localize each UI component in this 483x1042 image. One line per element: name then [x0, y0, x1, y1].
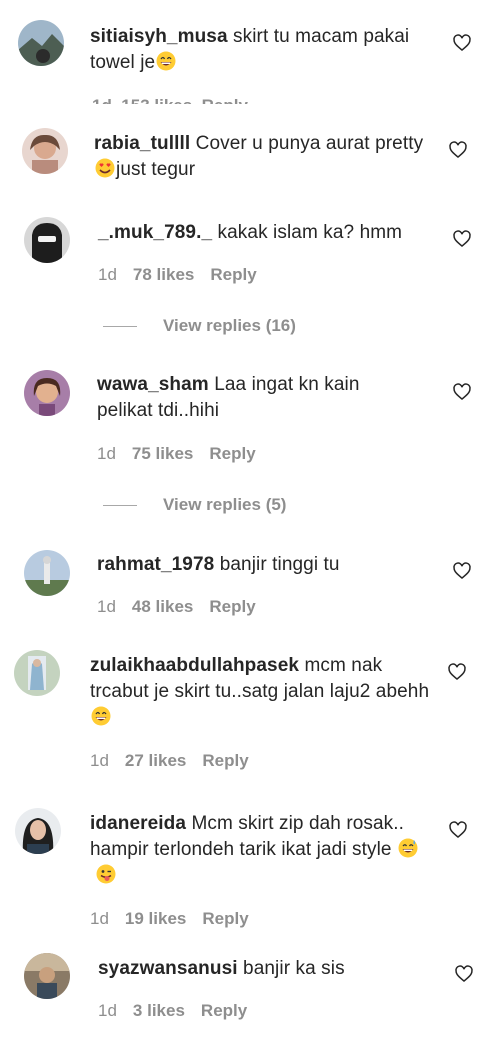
comment-body: banjir ka sis [243, 958, 345, 979]
comment-meta: 1d 48 likes Reply [97, 597, 272, 617]
comment-meta: 1d 78 likes Reply [98, 265, 273, 285]
reply-button[interactable]: Reply [201, 1001, 247, 1020]
avatar[interactable] [24, 550, 70, 596]
comment-body: Cover u punya aurat pretty [195, 133, 424, 154]
comment-age: 1d [97, 444, 116, 463]
reply-button[interactable]: Reply [202, 909, 248, 928]
like-heart-icon[interactable] [448, 140, 468, 160]
comment-text: rahmat_1978 banjir tinggi tu [97, 552, 427, 578]
username-link[interactable]: wawa_sham [97, 374, 209, 395]
comment-text: wawa_sham Laa ingat kn kain pelikat tdi.… [97, 372, 397, 424]
avatar[interactable] [14, 650, 60, 696]
comment-text: rabia_tullll Cover u punya aurat pretty j… [94, 131, 424, 183]
comment-meta: 1d 19 likes Reply [90, 909, 265, 929]
like-heart-icon[interactable] [452, 561, 472, 581]
likes-count[interactable]: 48 likes [132, 597, 193, 616]
view-replies-button[interactable]: View replies (16) [103, 316, 296, 336]
comment-age: 1d [90, 751, 109, 770]
reply-button[interactable]: Reply [210, 265, 256, 284]
username-link[interactable]: _.muk_789._ [98, 222, 212, 243]
comment-body: banjir tinggi tu [219, 554, 340, 575]
likes-count[interactable]: 27 likes [125, 751, 186, 770]
avatar[interactable] [15, 808, 61, 854]
like-heart-icon[interactable] [452, 382, 472, 402]
grin-emoji-icon [156, 51, 176, 71]
divider-line [103, 326, 137, 328]
comment-meta: 1d 27 likes Reply [90, 751, 265, 771]
divider-line [103, 505, 137, 507]
likes-count[interactable]: 19 likes [125, 909, 186, 928]
like-heart-icon[interactable] [452, 229, 472, 249]
comment-age: 1d [98, 1001, 117, 1020]
comment-text: zulaikhaabdullahpasek mcm nak trcabut je… [90, 653, 430, 731]
username-link[interactable]: sitiaisyh_musa [90, 26, 228, 47]
username-link[interactable]: idanereida [90, 813, 186, 834]
wink-tongue-emoji-icon [96, 864, 116, 884]
comment-meta: 1d 153 likes Reply [92, 96, 248, 104]
avatar[interactable] [24, 370, 70, 416]
comment-text: sitiaisyh_musa skirt tu macam pakai towe… [90, 24, 430, 76]
like-heart-icon[interactable] [447, 662, 467, 682]
comment-text: idanereida Mcm skirt zip dah rosak.. ham… [90, 811, 430, 889]
likes-count[interactable]: 3 likes [133, 1001, 185, 1020]
sweat-smile-emoji-icon [398, 838, 418, 858]
username-link[interactable]: zulaikhaabdullahpasek [90, 655, 299, 676]
comment-text: _.muk_789._ kakak islam ka? hmm [98, 220, 428, 246]
avatar[interactable] [24, 953, 70, 999]
like-heart-icon[interactable] [454, 964, 474, 984]
view-replies-button[interactable]: View replies (5) [103, 495, 286, 515]
comment-age: 1d [98, 265, 117, 284]
comment-body-continued: just tegur [116, 159, 196, 180]
username-link[interactable]: rahmat_1978 [97, 554, 214, 575]
comment-age: 1d [97, 597, 116, 616]
comment-text: syazwansanusi banjir ka sis [98, 956, 428, 982]
reply-button[interactable]: Reply [202, 751, 248, 770]
reply-button[interactable]: Reply [209, 444, 255, 463]
grin-emoji-icon [91, 706, 111, 726]
comment-body: kakak islam ka? hmm [217, 222, 403, 243]
heart-eyes-emoji-icon [95, 158, 115, 178]
like-heart-icon[interactable] [448, 820, 468, 840]
avatar[interactable] [22, 128, 68, 174]
username-link[interactable]: syazwansanusi [98, 958, 238, 979]
avatar[interactable] [18, 20, 64, 66]
likes-count[interactable]: 78 likes [133, 265, 194, 284]
like-heart-icon[interactable] [452, 33, 472, 53]
username-link[interactable]: rabia_tullll [94, 133, 190, 154]
comment-meta: 1d 75 likes Reply [97, 444, 272, 464]
likes-count[interactable]: 75 likes [132, 444, 193, 463]
reply-button[interactable]: Reply [209, 597, 255, 616]
avatar[interactable] [24, 217, 70, 263]
comment-meta: 1d 3 likes Reply [98, 1001, 263, 1021]
comment-age: 1d [90, 909, 109, 928]
